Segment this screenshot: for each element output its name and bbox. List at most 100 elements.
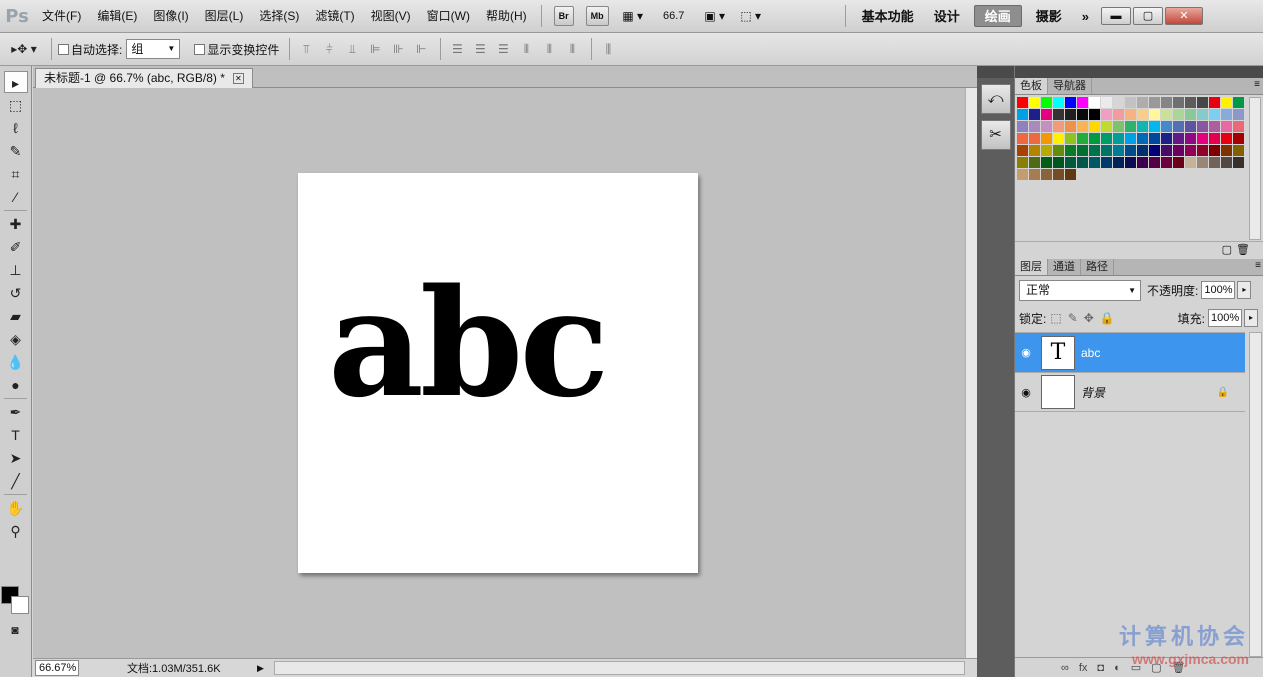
color-swatch[interactable] (1041, 97, 1052, 108)
history-panel-icon[interactable]: ⤺ (980, 84, 1011, 114)
color-swatch[interactable] (1089, 97, 1100, 108)
color-swatch[interactable] (1077, 97, 1088, 108)
color-swatch[interactable] (1089, 133, 1100, 144)
color-swatch[interactable] (1017, 145, 1028, 156)
color-swatch[interactable] (1041, 133, 1052, 144)
color-swatch[interactable] (1197, 133, 1208, 144)
color-swatch[interactable] (1065, 133, 1076, 144)
color-swatch[interactable] (1233, 97, 1244, 108)
color-swatch[interactable] (1029, 97, 1040, 108)
color-swatch[interactable] (1209, 145, 1220, 156)
color-swatch[interactable] (1029, 133, 1040, 144)
layers-scrollbar[interactable] (1249, 332, 1262, 657)
layer-row-background[interactable]: ◉ 背景 🔒 (1015, 372, 1245, 412)
opacity-slider-button[interactable]: ▸ (1237, 281, 1252, 299)
eye-icon[interactable]: ◉ (1015, 346, 1037, 359)
fill-slider-button[interactable]: ▸ (1244, 309, 1258, 327)
distribute-bottom-icon[interactable]: ☰ (493, 40, 513, 58)
color-swatch[interactable] (1173, 109, 1184, 120)
workspace-photography[interactable]: 摄影 (1026, 0, 1072, 33)
color-swatch[interactable] (1161, 121, 1172, 132)
color-swatch[interactable] (1029, 109, 1040, 120)
link-layers-icon[interactable]: ∞ (1061, 662, 1069, 674)
align-hcenter-icon[interactable]: ⊪ (388, 40, 408, 58)
color-swatch[interactable] (1173, 157, 1184, 168)
color-swatch[interactable] (1185, 97, 1196, 108)
color-swatch[interactable] (1233, 145, 1244, 156)
color-swatch[interactable] (1089, 145, 1100, 156)
color-swatch[interactable] (1221, 109, 1232, 120)
color-swatch[interactable] (1077, 121, 1088, 132)
healing-brush-tool-icon[interactable]: ✚ (4, 213, 28, 235)
crop-tool-icon[interactable]: ⌗ (4, 163, 28, 185)
new-layer-icon[interactable]: ▢ (1151, 661, 1161, 674)
tab-navigator[interactable]: 导航器 (1048, 78, 1092, 94)
screen-mode-icon[interactable]: ⬚ ▾ (736, 6, 766, 26)
auto-select-option[interactable]: 自动选择: (58, 41, 122, 58)
new-swatch-icon[interactable]: ▢ (1222, 243, 1232, 256)
horizontal-scrollbar[interactable] (273, 661, 965, 675)
color-swatch[interactable] (1053, 121, 1064, 132)
align-left-icon[interactable]: ⊫ (365, 40, 385, 58)
layer-style-icon[interactable]: fx (1079, 662, 1088, 674)
menu-help[interactable]: 帮助(H) (478, 0, 535, 33)
close-icon[interactable]: ✕ (232, 73, 244, 84)
workspace-essentials[interactable]: 基本功能 (852, 0, 924, 33)
color-swatch[interactable] (1137, 157, 1148, 168)
zoom-level[interactable]: 66.7 (651, 10, 697, 22)
color-swatch[interactable] (1149, 133, 1160, 144)
color-swatch[interactable] (1125, 145, 1136, 156)
color-swatch[interactable] (1053, 145, 1064, 156)
color-swatch[interactable] (1185, 133, 1196, 144)
opacity-input[interactable]: 100% (1201, 281, 1236, 299)
color-swatch[interactable] (1089, 157, 1100, 168)
layer-name[interactable]: 背景 (1081, 384, 1105, 401)
color-swatch[interactable] (1161, 157, 1172, 168)
color-swatch[interactable] (1209, 133, 1220, 144)
color-swatch[interactable] (1017, 133, 1028, 144)
color-swatch[interactable] (1077, 145, 1088, 156)
zoom-tool-icon[interactable]: ⚲ (4, 520, 28, 542)
color-swatch[interactable] (1077, 157, 1088, 168)
color-swatch[interactable] (1125, 121, 1136, 132)
color-swatch[interactable] (1233, 109, 1244, 120)
color-swatch[interactable] (1161, 97, 1172, 108)
color-swatch[interactable] (1101, 97, 1112, 108)
panel-menu-icon[interactable]: ≡ (1254, 79, 1260, 90)
distribute-hcenter-icon[interactable]: ⦀ (539, 40, 559, 58)
color-swatch[interactable] (1137, 121, 1148, 132)
distribute-left-icon[interactable]: ⦀ (516, 40, 536, 58)
path-selection-tool-icon[interactable]: ➤ (4, 447, 28, 469)
color-swatch[interactable] (1125, 97, 1136, 108)
color-swatch[interactable] (1209, 157, 1220, 168)
color-swatch[interactable] (1089, 121, 1100, 132)
color-swatch[interactable] (1017, 121, 1028, 132)
fill-input[interactable]: 100% (1208, 309, 1242, 327)
color-swatch[interactable] (1137, 133, 1148, 144)
distribute-top-icon[interactable]: ☰ (447, 40, 467, 58)
distribute-vcenter-icon[interactable]: ☰ (470, 40, 490, 58)
auto-select-dropdown[interactable]: 组 ▼ (126, 39, 181, 59)
color-swatch[interactable] (1113, 121, 1124, 132)
show-transform-checkbox[interactable] (194, 43, 206, 55)
menu-image[interactable]: 图像(I) (145, 0, 196, 33)
color-swatch[interactable] (1065, 145, 1076, 156)
color-swatch[interactable] (1137, 145, 1148, 156)
color-swatch[interactable] (1221, 145, 1232, 156)
tab-swatches[interactable]: 色板 (1015, 78, 1048, 94)
menu-view[interactable]: 视图(V) (363, 0, 419, 33)
blur-tool-icon[interactable]: 💧 (4, 351, 28, 373)
quick-mask-icon[interactable]: ◙ (3, 619, 27, 641)
color-swatch[interactable] (1185, 109, 1196, 120)
workspace-design[interactable]: 设计 (924, 0, 970, 33)
new-group-icon[interactable]: ▭ (1131, 661, 1141, 674)
dock-header[interactable] (977, 66, 1014, 78)
color-swatch[interactable] (1209, 109, 1220, 120)
line-tool-icon[interactable]: ╱ (4, 470, 28, 492)
color-swatch[interactable] (1101, 109, 1112, 120)
color-swatch[interactable] (1041, 157, 1052, 168)
color-swatch[interactable] (1017, 97, 1028, 108)
color-swatch[interactable] (1053, 157, 1064, 168)
color-swatch[interactable] (1089, 109, 1100, 120)
color-swatch[interactable] (1209, 97, 1220, 108)
